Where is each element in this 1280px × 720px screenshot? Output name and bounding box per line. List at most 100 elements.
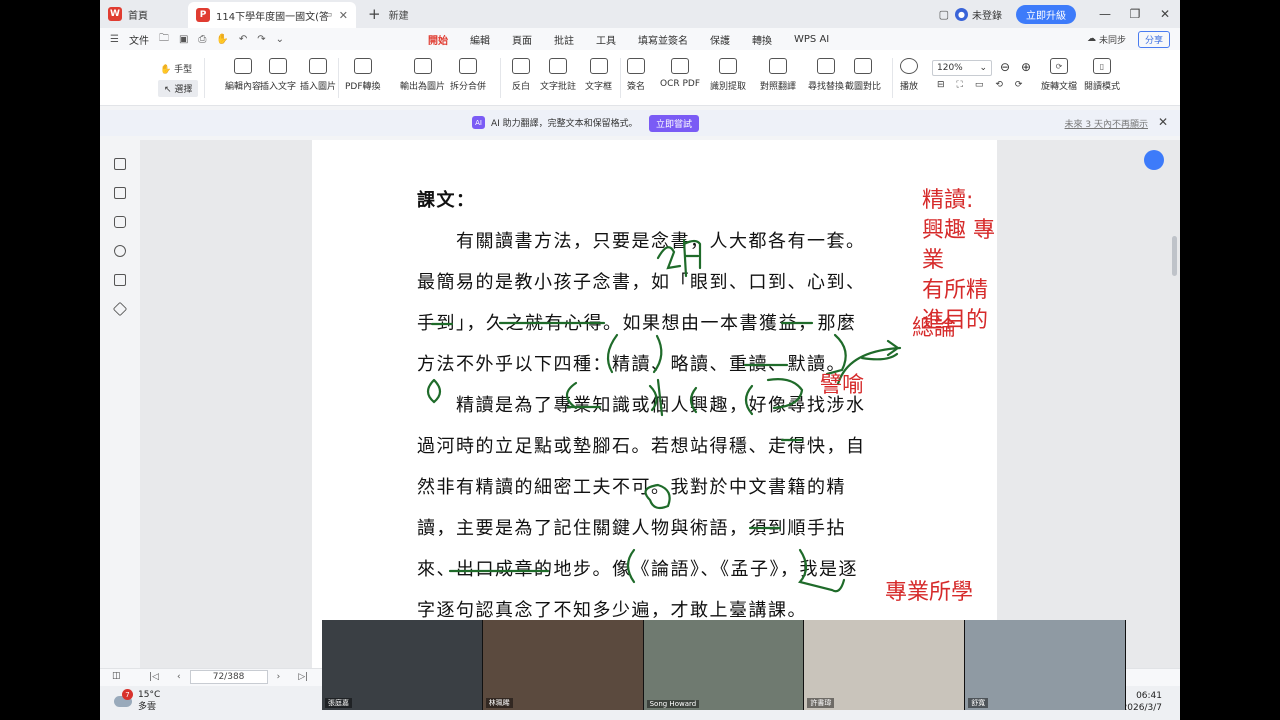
next-page-icon[interactable]: › [277,672,281,682]
fit-width-icon[interactable]: ▭ [975,80,984,90]
video-tile[interactable]: 林珮晞 [482,620,644,710]
close-icon[interactable]: ✕ [1158,115,1168,129]
ribbon-tool-button[interactable]: 簽名 [627,58,645,92]
save-icon[interactable]: ▣ [179,34,188,45]
hand-mode-label: 手型 [174,65,193,75]
dismiss-link[interactable]: 未來 3 天內不再顯示 [1065,117,1148,130]
print-icon[interactable]: ⎙ [198,34,206,45]
new-tab-button[interactable]: + 新建 [368,5,409,23]
ribbon-tool-button[interactable]: 識別提取 [710,58,746,92]
rotate-right-icon[interactable]: ⟳ [1015,80,1023,90]
book-icon: ▯ [1093,58,1111,74]
menu-item[interactable]: 填寫並簽名 [638,32,688,47]
ribbon-tool-button[interactable]: PDF轉換 [345,58,381,92]
ribbon-tool-button[interactable]: 拆分合併 [450,58,486,92]
close-window-icon[interactable]: ✕ [1150,7,1180,21]
page-number-input[interactable]: 72/388 [189,670,268,684]
zoom-out-icon[interactable]: ⊖ [1000,60,1010,74]
weather-widget[interactable]: 15°C 多雲 [114,689,160,713]
video-tile[interactable]: 許書瑋 [804,620,966,710]
annotation-overview: 總論 [912,316,957,341]
ribbon-tool-button[interactable]: 插入文字 [260,58,296,92]
vertical-scrollbar[interactable] [1172,236,1177,276]
attachment-icon[interactable] [114,245,126,257]
tool-label: 截圖對比 [845,82,882,92]
ribbon-tool-button[interactable]: 反白 [512,58,530,92]
video-tile[interactable]: 舒寬 [965,620,1126,710]
document-viewer[interactable]: 課文： 有關讀書方法，只要是念書，人大都各有一套。 最簡易的是教小孩子念書，如「眼… [140,140,1180,668]
user-label: 未登錄 [972,10,1002,22]
ink-mark [744,384,754,416]
redo-icon[interactable]: ↷ [257,34,265,45]
weather-text: 多雲 [138,702,157,712]
layers-icon[interactable] [112,301,128,317]
fit-page-icon[interactable]: ⛶ [957,80,963,90]
ribbon-tool-button[interactable]: OCR PDF [660,58,700,89]
ribbon-tool-button[interactable]: 編輯內容 [225,58,261,92]
open-folder-icon[interactable]: 🗀 [159,31,169,48]
file-menu[interactable]: 文件 [129,32,149,47]
menu-item[interactable]: 批註 [554,32,574,47]
restore-icon[interactable]: ❐ [1120,7,1150,21]
video-tile[interactable]: 張庭嘉 [322,620,483,710]
ribbon-tool-button[interactable]: 文字框 [585,58,612,92]
menu-item[interactable]: 頁面 [512,32,532,47]
ribbon-tool-button[interactable]: 播放 [900,58,918,92]
rotate-doc-button[interactable]: ⟳ 旋轉文檔 [1041,58,1077,92]
sidebar-toggle-icon[interactable]: ◫ [112,671,121,681]
tab-document[interactable]: P 114下學年度國一國文(答案) ▭ ✕ [188,2,356,28]
menu-item[interactable]: 保護 [710,32,730,47]
sync-status[interactable]: 未同步 [1099,33,1126,46]
hamburger-icon[interactable]: ☰ [110,34,119,45]
close-tab-icon[interactable]: ✕ [339,9,348,22]
divider [620,58,621,98]
video-tile[interactable]: Song Howard [643,620,805,710]
ribbon-tool-button[interactable]: 尋找替換 [808,58,844,92]
window-icon[interactable]: ▢ [939,8,949,21]
signature-icon[interactable] [114,274,126,286]
reading-mode-button[interactable]: ▯ 閱讀模式 [1084,58,1120,92]
menu-item[interactable]: 工具 [596,32,616,47]
bookmark-icon[interactable] [114,158,126,170]
thumbnail-icon[interactable] [114,187,126,199]
hand-mode-button[interactable]: ✋ 手型 [160,62,192,75]
menu-item[interactable]: WPS AI [794,34,829,45]
tool-label: 輸出為圖片 [400,82,446,92]
ribbon-tool-button[interactable]: 對照翻譯 [760,58,796,92]
tool-label: 反白 [512,82,531,92]
undo-icon[interactable]: ↶ [239,34,247,45]
divider [338,58,339,98]
ribbon-tool-button[interactable]: 截圖對比 [845,58,881,92]
zoom-select[interactable]: 120% ⌄ [932,60,992,76]
new-tab-label: 新建 [388,10,409,22]
ribbon-tool-button[interactable]: 輸出為圖片 [400,58,445,92]
translate-float-icon[interactable] [1144,150,1164,170]
minimize-icon[interactable]: — [1090,7,1120,21]
comment-icon[interactable] [114,216,126,228]
menu-item[interactable]: 開始 [428,32,448,52]
select-mode-button[interactable]: ↖ 選擇 [158,80,199,97]
share-button[interactable]: 分享 [1137,30,1170,48]
ribbon-tool-button[interactable]: 插入圖片 [300,58,336,92]
tab-home[interactable]: W 首頁 [100,0,188,28]
monitor-icon[interactable]: ▭ [323,10,332,20]
first-page-icon[interactable]: |◁ [149,672,159,682]
user-login[interactable]: ● 未登錄 [955,7,1002,22]
ai-message: AI 助力翻譯，完整文本和保留格式。 [491,119,638,129]
menu-item[interactable]: 編輯 [470,32,490,47]
prev-page-icon[interactable]: ‹ [177,672,181,682]
single-page-icon[interactable]: ⊟ [937,80,945,90]
hand-tool-icon[interactable]: ✋ [216,34,228,45]
tool-label: 文字框 [585,82,613,92]
rotate-left-icon[interactable]: ⟲ [995,80,1003,90]
zoom-in-icon[interactable]: ⊕ [1021,60,1031,74]
menu-item[interactable]: 轉換 [752,32,772,47]
upgrade-button[interactable]: 立即升級 [1016,4,1076,24]
menu-row: ☰ 文件 🗀 ▣ ⎙ ✋ ↶ ↷ ⌄ 開始 編輯 頁面 批註 工具 填寫並簽名 保護 轉換 WP… [100,28,1180,52]
clock[interactable]: 06:41 2026/3/7 [1122,690,1162,714]
try-now-button[interactable]: 立即嘗試 [649,115,700,132]
ribbon-tool-button[interactable]: 文字批註 [540,58,576,92]
last-page-icon[interactable]: ▷| [298,672,308,682]
ink-mark [656,246,682,270]
chevron-down-icon[interactable]: ⌄ [276,34,284,45]
